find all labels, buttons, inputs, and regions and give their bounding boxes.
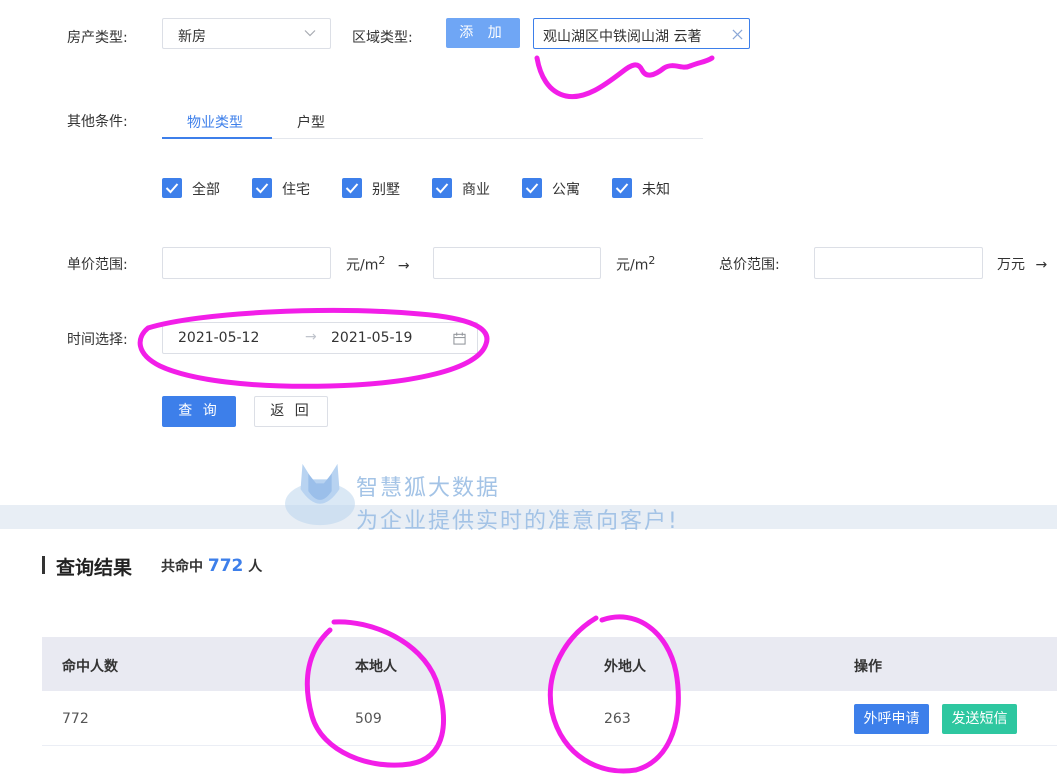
cell-nonlocal: 263	[604, 711, 631, 727]
check-icon	[615, 183, 629, 194]
unit-superscript: 2	[378, 254, 386, 267]
checkbox-label: 别墅	[372, 182, 400, 198]
property-type-select[interactable]: 新房	[162, 18, 331, 49]
checkbox-residential[interactable]: 住宅	[252, 178, 322, 200]
check-icon	[165, 183, 179, 194]
checkbox-unknown[interactable]: 未知	[612, 178, 682, 200]
area-type-label: 区域类型:	[352, 30, 413, 46]
hit-summary: 共命中 772 人	[161, 556, 262, 576]
check-icon	[255, 183, 269, 194]
checkbox-label: 全部	[192, 182, 220, 198]
checkbox-checked[interactable]	[612, 178, 632, 198]
table-header	[42, 637, 1057, 691]
total-price-label: 总价范围:	[719, 257, 780, 273]
total-price-unit: 万元 →	[997, 254, 1047, 274]
date-range-picker[interactable]: 2021-05-12 → 2021-05-19	[162, 322, 478, 354]
checkbox-checked[interactable]	[252, 178, 272, 198]
unit-price-label: 单价范围:	[67, 257, 128, 273]
range-arrow: →	[397, 257, 410, 274]
unit-price-max-unit: 元/m2	[616, 254, 655, 275]
watermark-line1: 智慧狐大数据	[356, 476, 501, 501]
unit-price-unit: 元/m2 →	[346, 254, 410, 275]
property-type-label: 房产类型:	[67, 30, 128, 46]
hit-prefix: 共命中	[161, 559, 203, 575]
tab-house-type[interactable]: 户型	[297, 112, 325, 132]
other-conditions-label: 其他条件:	[67, 114, 128, 130]
calendar-icon[interactable]	[453, 332, 466, 345]
unit-text: 元/m	[616, 257, 649, 274]
fox-logo-icon	[285, 463, 355, 526]
checkbox-commercial[interactable]: 商业	[432, 178, 502, 200]
col-actions: 操作	[854, 659, 882, 675]
area-tag-text: 观山湖区中铁阅山湖 云著	[543, 29, 702, 45]
hit-count: 772	[207, 556, 244, 576]
checkbox-villa[interactable]: 别墅	[342, 178, 412, 200]
annotation-squiggle	[534, 55, 715, 100]
unit-text: 万元	[997, 257, 1025, 273]
back-button[interactable]: 返 回	[254, 396, 328, 427]
checkbox-checked[interactable]	[162, 178, 182, 198]
unit-price-min-input[interactable]	[162, 247, 331, 279]
check-icon	[345, 183, 359, 194]
cell-hit-count: 772	[62, 711, 89, 727]
query-button[interactable]: 查 询	[162, 396, 236, 427]
hit-suffix: 人	[248, 559, 263, 575]
range-arrow: →	[1035, 257, 1048, 273]
check-icon	[525, 183, 539, 194]
results-title: 查询结果	[56, 557, 133, 579]
property-type-value: 新房	[178, 29, 206, 45]
cell-local: 509	[355, 711, 382, 727]
area-tag: 观山湖区中铁阅山湖 云著	[533, 18, 750, 49]
time-select-label: 时间选择:	[67, 332, 128, 348]
call-apply-button[interactable]: 外呼申请	[854, 704, 929, 734]
checkbox-label: 未知	[642, 182, 670, 198]
checkbox-label: 住宅	[282, 182, 310, 198]
chevron-down-icon	[304, 30, 316, 37]
watermark-line2: 为企业提供实时的准意向客户!	[356, 509, 679, 534]
col-nonlocal: 外地人	[604, 659, 646, 675]
check-icon	[435, 183, 449, 194]
unit-superscript: 2	[648, 254, 656, 267]
unit-price-max-input[interactable]	[433, 247, 601, 279]
date-start[interactable]: 2021-05-12	[178, 330, 259, 346]
checkbox-checked[interactable]	[342, 178, 362, 198]
results-title-bar	[42, 556, 45, 574]
checkbox-apartment[interactable]: 公寓	[522, 178, 592, 200]
close-icon[interactable]	[732, 29, 743, 40]
checkbox-checked[interactable]	[432, 178, 452, 198]
date-end[interactable]: 2021-05-19	[331, 330, 412, 346]
checkbox-checked[interactable]	[522, 178, 542, 198]
add-area-button[interactable]: 添 加	[446, 18, 520, 48]
date-range-separator: →	[305, 329, 317, 345]
checkbox-label: 公寓	[552, 182, 580, 198]
send-sms-button[interactable]: 发送短信	[942, 704, 1017, 734]
tab-property-type[interactable]: 物业类型	[187, 112, 243, 132]
col-local: 本地人	[355, 659, 397, 675]
col-hit-count: 命中人数	[62, 659, 118, 675]
active-tab-indicator	[162, 137, 272, 139]
unit-text: 元/m	[346, 257, 379, 274]
checkbox-all[interactable]: 全部	[162, 178, 232, 200]
checkbox-label: 商业	[462, 182, 490, 198]
total-price-min-input[interactable]	[814, 247, 983, 279]
